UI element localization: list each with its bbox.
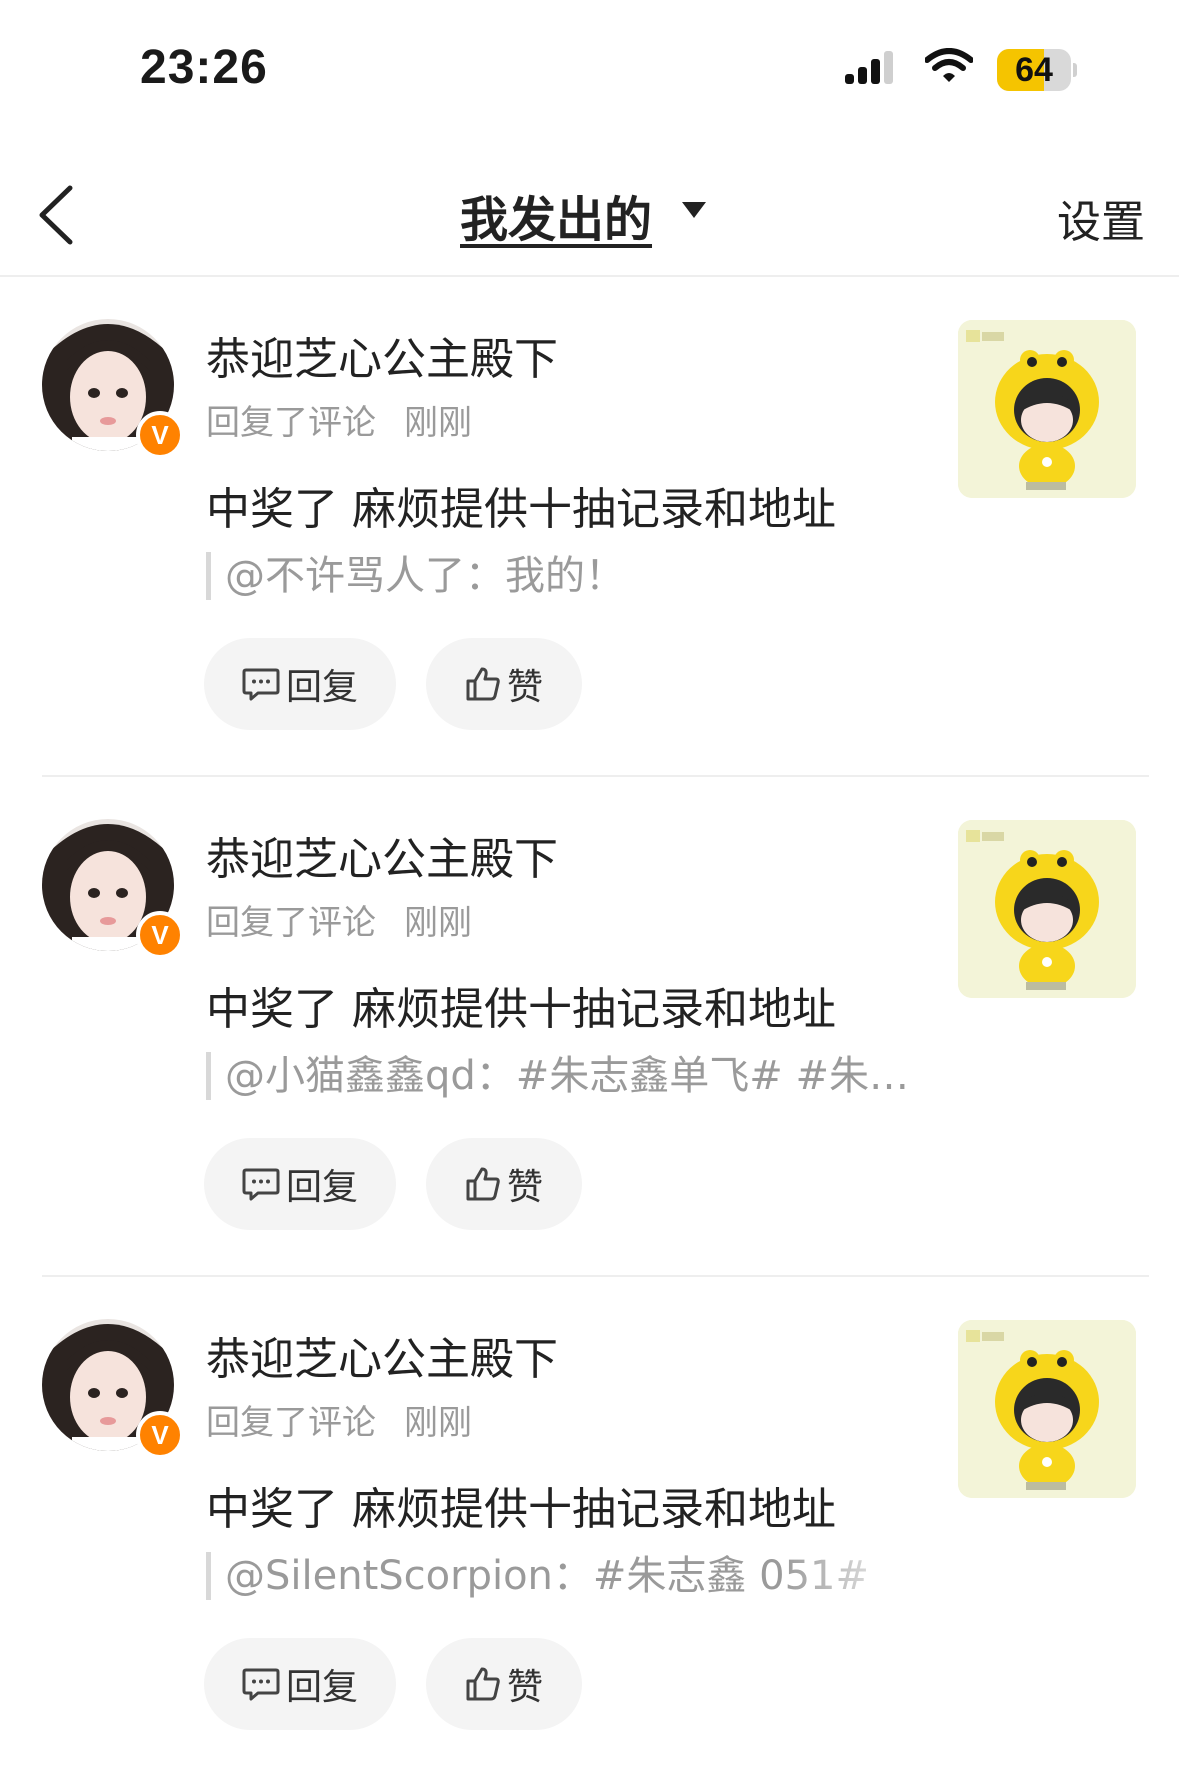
- like-button[interactable]: 赞: [426, 1138, 582, 1230]
- comment-icon: [242, 668, 280, 701]
- list-item[interactable]: V 恭迎芝心公主殿下 回复了评论 刚刚 中奖了 麻烦提供十抽记录和地址 @Sile…: [0, 1277, 1179, 1777]
- dropdown-caret-icon[interactable]: [682, 202, 706, 218]
- avatar[interactable]: V: [42, 319, 184, 459]
- status-bar: 23:26 64: [0, 0, 1179, 140]
- battery-indicator: 64: [997, 49, 1077, 91]
- quoted-comment[interactable]: @不许骂人了：我的！: [206, 552, 625, 600]
- reply-button[interactable]: 回复: [204, 638, 396, 730]
- list-item[interactable]: V 恭迎芝心公主殿下 回复了评论 刚刚 中奖了 麻烦提供十抽记录和地址 @不许骂人…: [0, 277, 1179, 777]
- like-label: 赞: [506, 1667, 543, 1708]
- reply-button[interactable]: 回复: [204, 1138, 396, 1230]
- verified-badge-icon: V: [136, 911, 184, 959]
- comment-icon: [242, 1168, 280, 1201]
- list-item[interactable]: V 恭迎芝心公主殿下 回复了评论 刚刚 中奖了 麻烦提供十抽记录和地址 @小猫鑫鑫…: [0, 777, 1179, 1277]
- like-button[interactable]: 赞: [426, 638, 582, 730]
- thumbs-up-icon: [466, 667, 500, 701]
- comment-text[interactable]: 中奖了 麻烦提供十抽记录和地址: [206, 1473, 836, 1537]
- meta-line: 回复了评论 刚刚: [206, 1395, 472, 1444]
- thumbs-up-icon: [466, 1167, 500, 1201]
- quoted-comment[interactable]: @SilentScorpion：#朱志鑫 051#: [206, 1552, 925, 1600]
- avatar[interactable]: V: [42, 1319, 184, 1459]
- post-thumbnail[interactable]: [958, 320, 1136, 498]
- cellular-signal-icon: [845, 51, 893, 84]
- username[interactable]: 恭迎芝心公主殿下: [206, 823, 558, 887]
- verified-badge-icon: V: [136, 1411, 184, 1459]
- back-arrow-icon[interactable]: [32, 180, 82, 250]
- post-thumbnail[interactable]: [958, 820, 1136, 998]
- navigation-bar: 我发出的 设置: [0, 150, 1179, 277]
- meta-line: 回复了评论 刚刚: [206, 395, 472, 444]
- username[interactable]: 恭迎芝心公主殿下: [206, 323, 558, 387]
- avatar[interactable]: V: [42, 819, 184, 959]
- like-button[interactable]: 赞: [426, 1638, 582, 1730]
- post-thumbnail[interactable]: [958, 1320, 1136, 1498]
- comment-text[interactable]: 中奖了 麻烦提供十抽记录和地址: [206, 473, 836, 537]
- reply-label: 回复: [285, 1667, 358, 1708]
- like-label: 赞: [506, 667, 543, 708]
- comment-text[interactable]: 中奖了 麻烦提供十抽记录和地址: [206, 973, 836, 1037]
- page-title-dropdown[interactable]: 我发出的: [460, 180, 652, 250]
- timestamp: 刚刚: [404, 903, 472, 943]
- reply-button[interactable]: 回复: [204, 1638, 396, 1730]
- timestamp: 刚刚: [404, 1403, 472, 1443]
- timestamp: 刚刚: [404, 403, 472, 443]
- quoted-comment[interactable]: @小猫鑫鑫qd：#朱志鑫单飞# #朱…: [206, 1052, 915, 1100]
- verified-badge-icon: V: [136, 411, 184, 459]
- like-label: 赞: [506, 1167, 543, 1208]
- action-text: 回复了评论: [206, 403, 376, 443]
- battery-percent: 64: [1015, 51, 1053, 89]
- username[interactable]: 恭迎芝心公主殿下: [206, 1323, 558, 1387]
- meta-line: 回复了评论 刚刚: [206, 895, 472, 944]
- settings-button[interactable]: 设置: [1057, 186, 1145, 250]
- reply-label: 回复: [285, 667, 358, 708]
- status-time: 23:26: [140, 41, 268, 94]
- thumbs-up-icon: [466, 1667, 500, 1701]
- action-text: 回复了评论: [206, 1403, 376, 1443]
- message-list: V 恭迎芝心公主殿下 回复了评论 刚刚 中奖了 麻烦提供十抽记录和地址 @不许骂人…: [0, 277, 1179, 1777]
- wifi-icon: [925, 48, 973, 82]
- comment-icon: [242, 1668, 280, 1701]
- action-text: 回复了评论: [206, 903, 376, 943]
- reply-label: 回复: [285, 1167, 358, 1208]
